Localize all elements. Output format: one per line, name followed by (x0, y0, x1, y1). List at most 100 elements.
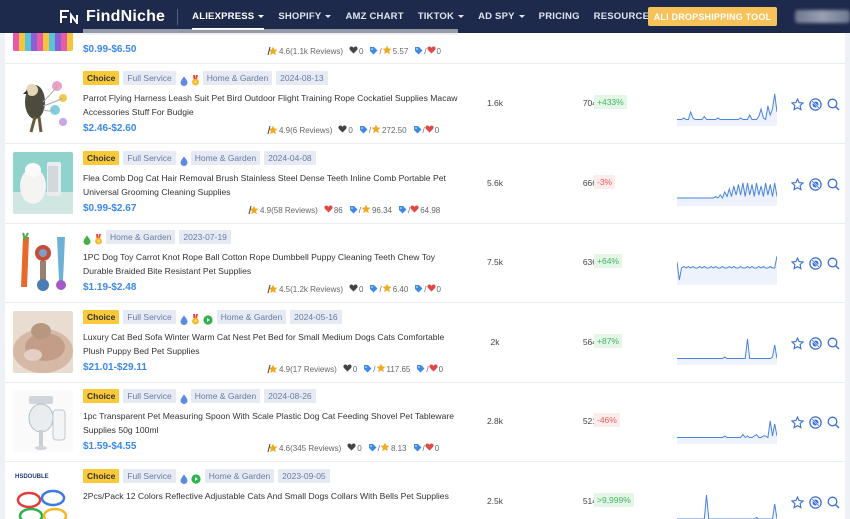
nav-item-pricing[interactable]: PRICING (539, 0, 580, 33)
product-price: $2.46-$2.60 (83, 123, 137, 134)
sales-trend-sparkline[interactable] (677, 84, 777, 126)
shipping-rating: /96.34 (349, 204, 392, 216)
sparkline-area (677, 183, 777, 206)
block-icon[interactable] (809, 496, 822, 509)
sales-trend-sparkline[interactable] (677, 402, 777, 444)
rating-text: 4.5(1.2k Reviews) (279, 284, 344, 294)
product-thumbnail[interactable] (13, 72, 73, 134)
video-play-icon[interactable] (191, 471, 201, 484)
product-thumbnail[interactable] (13, 152, 73, 214)
product-thumbnail[interactable] (13, 231, 73, 293)
search-icon[interactable] (827, 178, 840, 191)
growth-badge: +64% (594, 254, 622, 268)
search-icon[interactable] (827, 496, 840, 509)
table-row[interactable]: Home & Garden 2023-07-19 1PC Dog Toy Carro… (5, 223, 845, 303)
nav-item-ad-spy[interactable]: AD SPY (478, 0, 525, 33)
recent-sales: 521 (582, 416, 597, 426)
block-icon[interactable] (809, 337, 822, 350)
choice-badge: Choice (83, 469, 120, 483)
category-tag[interactable]: Home & Garden (204, 469, 275, 483)
wishlist-count: 0 (349, 284, 363, 294)
category-tag[interactable]: Home & Garden (190, 389, 261, 403)
cut-off-title (83, 29, 458, 35)
chevron-down-icon (258, 15, 265, 18)
table-row[interactable]: HSDOUBLE Choice Full Service Home & Garden 2… (5, 462, 845, 519)
favorite-star-icon[interactable] (791, 178, 804, 191)
video-play-icon[interactable] (203, 312, 213, 325)
sales-trend-sparkline[interactable] (677, 243, 777, 285)
nav-item-label: TIKTOK (417, 11, 455, 22)
price-tag-icon (369, 284, 379, 295)
nav-item-label: SHOPIFY (278, 11, 322, 22)
favorite-star-icon[interactable] (791, 337, 804, 350)
row-actions (791, 98, 845, 111)
search-icon[interactable] (827, 416, 840, 429)
ali-dropshipping-tool-button[interactable]: ALI DROPSHIPPING TOOL (648, 7, 777, 26)
product-price: $0.99-$2.67 (83, 203, 137, 214)
search-icon[interactable] (827, 98, 840, 111)
category-tag[interactable]: Home & Garden (216, 310, 287, 324)
product-title[interactable]: 1PC Dog Toy Carrot Knot Rope Ball Cotton… (83, 250, 458, 278)
heart-icon (324, 205, 334, 215)
total-orders: 1.6k (486, 98, 504, 108)
wishlist-value: 86 (333, 205, 343, 215)
heart-icon (349, 46, 359, 56)
recent-sales: 704 (582, 98, 597, 108)
dropshipping-icon (180, 153, 188, 166)
block-icon[interactable] (809, 98, 822, 111)
table-row[interactable]: Choice Full Service Home & Garden 2024-05-1… (5, 303, 845, 383)
product-thumbnail[interactable] (13, 311, 73, 373)
choice-badge: Choice (83, 310, 120, 324)
shipping-rating: /6.40 (369, 283, 408, 295)
row-actions (791, 496, 845, 509)
sales-trend-sparkline[interactable] (677, 164, 777, 206)
medal-icon (191, 73, 200, 85)
favorite-star-icon[interactable] (791, 496, 804, 509)
block-icon[interactable] (809, 416, 822, 429)
product-title[interactable]: Luxury Cat Bed Sofa Winter Warm Cat Nest… (83, 330, 458, 358)
category-tag[interactable]: Home & Garden (106, 230, 176, 244)
row-actions (791, 257, 845, 270)
category-tag[interactable]: Home & Garden (202, 71, 273, 85)
favorite-star-icon[interactable] (791, 416, 804, 429)
user-account-blurred[interactable] (795, 10, 850, 23)
favorite-star-icon[interactable] (791, 98, 804, 111)
product-thumbnail[interactable] (13, 33, 73, 51)
product-title[interactable]: 1pc Transparent Pet Measuring Spoon With… (83, 409, 458, 437)
favorite-star-icon[interactable] (791, 257, 804, 270)
block-icon[interactable] (809, 178, 822, 191)
brand-logo[interactable]: FindNiche (60, 8, 165, 26)
sales-trend-sparkline[interactable] (677, 323, 777, 365)
product-price: $1.19-$2.48 (83, 282, 137, 293)
shipping-wishlist: /0 (414, 284, 441, 295)
table-row[interactable]: Choice Full Service Home & Garden 2024-08-2… (5, 382, 845, 462)
product-meta: 4.5(1.2k Reviews) 0/6.40/0 (267, 283, 447, 295)
shipping-rating: /117.65 (363, 363, 410, 375)
product-price: $0.99-$6.50 (83, 44, 137, 55)
table-row[interactable]: Choice Full Service Home & Garden 2024-08-1… (5, 64, 845, 144)
wishlist-count: 0 (338, 125, 353, 135)
product-thumbnail[interactable] (13, 390, 73, 452)
wishlist-value: 0 (357, 443, 362, 453)
table-row[interactable]: Choice Full Service Home & Garden 2024-04-0… (5, 144, 845, 224)
total-orders: 7.5k (486, 257, 504, 267)
sparkline-area (677, 256, 777, 285)
shipping-wishlist: /0 (414, 46, 441, 57)
search-icon[interactable] (827, 337, 840, 350)
category-tag[interactable]: Home & Garden (190, 151, 261, 165)
listing-date: 2024-04-08 (264, 151, 316, 165)
chevron-down-icon (325, 15, 332, 18)
product-title[interactable]: 2Pcs/Pack 12 Colors Reflective Adjustabl… (83, 489, 458, 503)
product-thumbnail[interactable]: HSDOUBLE (13, 470, 73, 519)
rating-text: 4.9(6 Reviews) (279, 125, 333, 135)
product-title[interactable]: Parrot Flying Harness Leash Suit Pet Bir… (83, 91, 458, 119)
nav-item-label: AMZ CHART (345, 11, 404, 22)
table-row[interactable]: $0.99-$6.50 4.6(1.1k Reviews) 0/5.57/0 (5, 29, 845, 64)
block-icon[interactable] (809, 257, 822, 270)
search-icon[interactable] (827, 257, 840, 270)
product-title[interactable]: Flea Comb Dog Cat Hair Removal Brush Sta… (83, 171, 458, 199)
wishlist-count: 0 (347, 443, 362, 453)
sales-trend-sparkline[interactable] (677, 482, 777, 519)
shipping-rating-value: 5.57 (392, 46, 409, 56)
star-icon (376, 363, 387, 375)
